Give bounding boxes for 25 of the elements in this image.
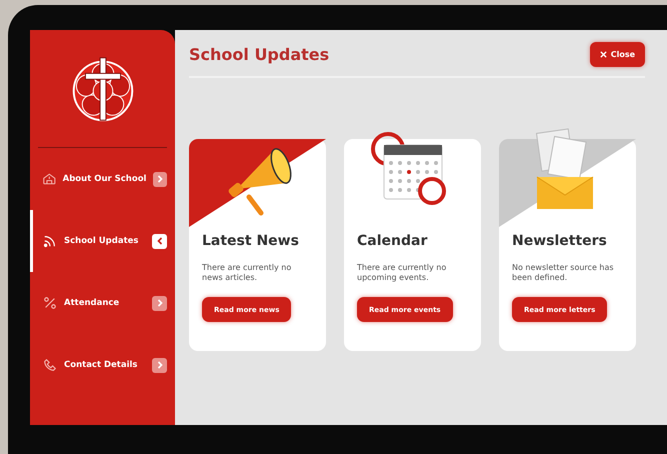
feed-icon	[43, 234, 57, 248]
sidebar-item[interactable]: About Our School	[30, 148, 175, 210]
card-title: Calendar	[357, 233, 428, 249]
card-text: No newsletter source has been defined.	[512, 263, 615, 283]
sidebar-item[interactable]: Contact Details	[30, 334, 175, 396]
page-title: School Updates	[189, 45, 330, 64]
card-title: Newsletters	[512, 233, 608, 249]
school-building-icon	[43, 172, 56, 186]
card-text: There are currently no news articles.	[202, 263, 292, 283]
chevron-left-icon	[152, 234, 167, 248]
sidebar-item-label: School Updates	[64, 236, 140, 246]
sidebar-item[interactable]: Attendance	[30, 272, 175, 334]
card-title: Latest News	[202, 233, 300, 249]
megaphone-icon	[227, 148, 292, 216]
phone-icon	[43, 358, 57, 372]
chevron-right-icon	[152, 296, 167, 310]
close-button[interactable]: Close	[590, 42, 645, 67]
sidebar-item-label: Attendance	[64, 298, 120, 308]
sidebar-item-label: Contact Details	[64, 360, 138, 370]
sidebar-item-label: About Our School	[62, 174, 146, 184]
chevron-right-icon	[153, 172, 167, 186]
percent-icon	[43, 296, 57, 310]
card-text: There are currently no upcoming events.	[357, 263, 448, 283]
close-icon	[600, 51, 607, 58]
chevron-right-icon	[152, 358, 167, 372]
